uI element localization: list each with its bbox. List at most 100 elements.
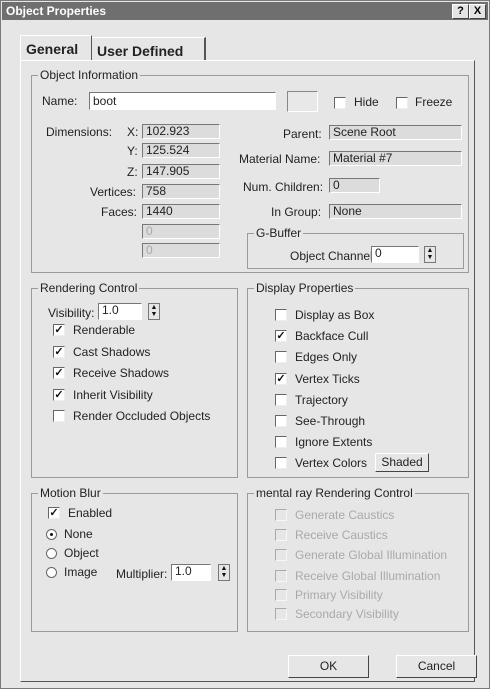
material-name-field: Material #7: [329, 151, 462, 166]
in-group-label: In Group:: [271, 205, 322, 219]
hide-checkbox[interactable]: [334, 97, 346, 109]
renderable-label: Renderable: [73, 323, 136, 337]
primary-visibility-checkbox[interactable]: [275, 589, 287, 601]
receive-shadows-label: Receive Shadows: [73, 366, 170, 380]
help-button[interactable]: ?: [452, 4, 469, 19]
cast-shadows-checkbox[interactable]: ✓: [53, 346, 65, 358]
motion-blur-enabled-checkbox[interactable]: ✓: [48, 507, 60, 519]
dimensions-label: Dimensions:: [46, 125, 113, 139]
in-group-field: None: [329, 204, 462, 219]
freeze-checkbox[interactable]: [396, 97, 408, 109]
see-through-label: See-Through: [295, 414, 366, 428]
object-channel-spinner[interactable]: ▲ ▼: [424, 246, 436, 263]
object-channel-input[interactable]: 0: [371, 246, 419, 263]
multiplier-input[interactable]: 1.0: [171, 564, 211, 581]
generate-gi-label: Generate Global Illumination: [295, 548, 448, 562]
parent-field: Scene Root: [329, 125, 462, 140]
motion-blur-none-label: None: [64, 527, 93, 541]
edges-only-label: Edges Only: [295, 350, 358, 364]
generate-caustics-checkbox[interactable]: [275, 509, 287, 521]
visibility-input[interactable]: 1.0: [98, 303, 142, 320]
name-label: Name:: [42, 94, 78, 108]
cast-shadows-label: Cast Shadows: [73, 345, 151, 359]
render-occluded-label: Render Occluded Objects: [73, 409, 211, 423]
multiplier-spinner[interactable]: ▲ ▼: [218, 564, 230, 581]
num-children-field: 0: [329, 178, 380, 193]
gbuffer-title: G-Buffer: [254, 226, 304, 240]
freeze-label: Freeze: [415, 95, 453, 109]
x-label: X:: [127, 125, 139, 139]
receive-caustics-checkbox[interactable]: [275, 529, 287, 541]
display-as-box-label: Display as Box: [295, 308, 375, 322]
shaded-button[interactable]: Shaded: [375, 453, 429, 472]
generate-gi-checkbox[interactable]: [275, 549, 287, 561]
x-dimension-field: 102.923: [142, 124, 220, 139]
renderable-checkbox[interactable]: ✓: [53, 324, 65, 336]
y-label: Y:: [127, 144, 138, 158]
extra-field-2: 0: [142, 243, 220, 258]
trajectory-checkbox[interactable]: [275, 394, 287, 406]
hide-label: Hide: [354, 95, 379, 109]
parent-label: Parent:: [283, 127, 322, 141]
trajectory-label: Trajectory: [295, 393, 348, 407]
backface-cull-label: Backface Cull: [295, 329, 369, 343]
faces-label: Faces:: [101, 205, 138, 219]
ignore-extents-checkbox[interactable]: [275, 436, 287, 448]
object-channel-label: Object Channel:: [290, 249, 377, 263]
vertices-field: 758: [142, 184, 220, 199]
primary-visibility-label: Primary Visibility: [295, 588, 383, 602]
motion-blur-object-label: Object: [64, 546, 99, 560]
motion-blur-image-label: Image: [64, 565, 98, 579]
receive-shadows-checkbox[interactable]: ✓: [53, 367, 65, 379]
window-title: Object Properties: [6, 4, 107, 18]
tab-user-defined[interactable]: User Defined: [92, 37, 206, 61]
faces-field: 1440: [142, 204, 220, 219]
display-as-box-checkbox[interactable]: [275, 309, 287, 321]
rendering-control-title: Rendering Control: [38, 281, 140, 295]
receive-gi-checkbox[interactable]: [275, 570, 287, 582]
z-dimension-field: 147.905: [142, 164, 220, 179]
multiplier-label: Multiplier:: [116, 567, 168, 581]
material-name-label: Material Name:: [239, 152, 321, 166]
vertex-colors-label: Vertex Colors: [295, 456, 368, 470]
secondary-visibility-label: Secondary Visibility: [295, 607, 399, 621]
motion-blur-none-radio[interactable]: [46, 529, 57, 540]
receive-gi-label: Receive Global Illumination: [295, 569, 441, 583]
y-dimension-field: 125.524: [142, 143, 220, 158]
ignore-extents-label: Ignore Extents: [295, 435, 373, 449]
visibility-spinner[interactable]: ▲ ▼: [148, 303, 160, 320]
receive-caustics-label: Receive Caustics: [295, 528, 388, 542]
secondary-visibility-checkbox[interactable]: [275, 608, 287, 620]
extra-field-1: 0: [142, 224, 220, 239]
close-button[interactable]: X: [469, 4, 486, 19]
see-through-checkbox[interactable]: [275, 415, 287, 427]
motion-blur-title: Motion Blur: [38, 486, 103, 500]
motion-blur-image-radio[interactable]: [46, 567, 57, 578]
z-label: Z:: [127, 165, 138, 179]
ok-button[interactable]: OK: [288, 655, 369, 678]
name-input[interactable]: boot: [89, 92, 276, 110]
object-information-title: Object Information: [38, 68, 141, 82]
motion-blur-group: Motion Blur: [31, 486, 238, 632]
vertices-label: Vertices:: [90, 185, 137, 199]
motion-blur-object-radio[interactable]: [46, 548, 57, 559]
visibility-label: Visibility:: [48, 306, 95, 320]
object-properties-dialog: Object Properties ? X General User Defin…: [0, 0, 490, 689]
title-bar: Object Properties ? X: [2, 2, 488, 20]
inherit-visibility-label: Inherit Visibility: [73, 388, 153, 402]
tab-general[interactable]: General: [20, 35, 92, 61]
backface-cull-checkbox[interactable]: ✓: [275, 330, 287, 342]
object-color-swatch[interactable]: [287, 91, 318, 112]
mental-ray-title: mental ray Rendering Control: [254, 486, 415, 500]
motion-blur-enabled-label: Enabled: [68, 506, 113, 520]
edges-only-checkbox[interactable]: [275, 351, 287, 363]
render-occluded-checkbox[interactable]: [53, 410, 65, 422]
inherit-visibility-checkbox[interactable]: ✓: [53, 389, 65, 401]
vertex-ticks-checkbox[interactable]: ✓: [275, 373, 287, 385]
num-children-label: Num. Children:: [243, 180, 324, 194]
vertex-colors-checkbox[interactable]: [275, 457, 287, 469]
display-properties-title: Display Properties: [254, 281, 356, 295]
cancel-button[interactable]: Cancel: [396, 655, 477, 678]
vertex-ticks-label: Vertex Ticks: [295, 372, 360, 386]
generate-caustics-label: Generate Caustics: [295, 508, 395, 522]
